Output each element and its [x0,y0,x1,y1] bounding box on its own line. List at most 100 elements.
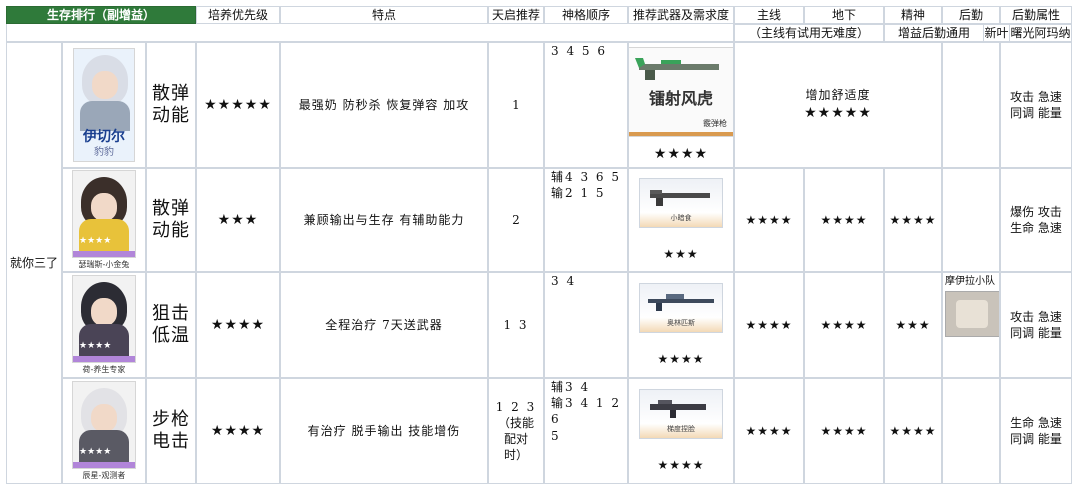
sniper-rifle-icon [648,293,714,311]
merged-comfort-note: 增加舒适度 ★★★★★ [734,42,942,168]
attr-line: 生命 急速 [1010,415,1062,430]
role-type: 步枪 电击 [146,378,196,484]
group-label: 就你三了 [6,42,62,484]
tianqi-line: （技能 [497,415,534,430]
logistics-attributes: 爆伤 攻击 生命 急速 [1000,168,1072,272]
tianqi-value: 2 [488,168,544,272]
weapon-card: 小暗食 [639,177,723,228]
weapon-subtype: 霰弹枪 [703,119,727,129]
shenge-line: 辅4 3 6 5 [551,170,621,184]
tianqi-value: 1 3 [488,272,544,378]
character-portrait: 伊切尔 豹豹 [62,42,146,168]
header-tianqi[interactable]: 天启推荐 [488,6,544,24]
character-caption: 荷-养生专家 [82,364,126,374]
priority-stars: ★★★★ [196,272,280,378]
traits-text: 兼顾输出与生存 有辅助能力 [280,168,488,272]
logistics-attributes: 攻击 急速 同调 能量 [1000,42,1072,168]
mainline-stars: ★★★★ [734,168,804,272]
header-underground[interactable]: 地下 [804,6,884,24]
header-traits[interactable]: 特点 [280,6,488,24]
shenge-line: 输3 4 1 2 6 [551,396,621,427]
weapon-class: 散弹 [152,82,190,104]
header-logistics-attr[interactable]: 后勤属性 [1000,6,1072,24]
rank-stars-icon: ★★★★ [79,447,112,458]
tianqi-line: 配对 [503,432,528,446]
weapon-stars: ★★★ [663,246,699,261]
damage-type: 动能 [152,105,190,126]
shenge-line: 5 [551,428,559,443]
shotgun-icon [635,58,719,80]
underground-stars: ★★★★ [804,378,884,484]
header-shenge[interactable]: 神格顺序 [544,6,628,24]
strategy-table: 生存排行（副增益） 培养优先级 特点 天启推荐 神格顺序 推荐武器及需求度 主线… [6,6,1072,484]
shenge-order: 辅3 4 输3 4 1 2 6 5 [544,378,628,484]
role-type: 散弹 动能 [146,168,196,272]
header-spirit[interactable]: 精神 [884,6,942,24]
comfort-stars: ★★★★★ [804,104,872,121]
subheader-attr-note: 曙光阿玛纳 [1010,24,1072,42]
mainline-stars: ★★★★ [734,272,804,378]
weapon-class: 狙击 [152,302,190,324]
damage-type: 动能 [152,220,190,241]
tianqi-line: 1 2 3 [495,399,537,414]
tianqi-value: 1 [488,42,544,168]
attr-line: 同调 能量 [1010,432,1062,446]
subheader-mainline-note: （主线有试用无难度） [734,24,884,42]
weapon-card: 镭射风虎 霰弹枪 [629,47,733,137]
tianqi-value: 1 2 3 （技能 配对 时） [488,378,544,484]
logistics-cell: 摩伊拉小队 [942,272,1000,378]
header-ranking[interactable]: 生存排行（副增益） [6,6,196,24]
shenge-line: 输2 1 5 [551,186,606,201]
shenge-line: 辅3 4 [551,380,591,394]
header-logistics[interactable]: 后勤 [942,6,1000,24]
rank-stars-icon: ★★★★ [79,341,112,352]
spirit-stars: ★★★★ [884,168,942,272]
weapon-recommendation: 小暗食 ★★★ [628,168,734,272]
priority-stars: ★★★★ [196,378,280,484]
header-weapon[interactable]: 推荐武器及需求度 [628,6,734,24]
weapon-name: 镭射风虎 [648,89,713,108]
subheader-spirit-note: 增益后勤通用 [884,24,984,42]
attr-line: 攻击 急速 [1010,89,1062,104]
character-name: 伊切尔 [83,129,125,146]
weapon-label: 小暗食 [670,214,692,223]
shenge-line: 3 4 [551,274,577,288]
weapon-class: 步枪 [152,408,190,430]
subheader-blank [6,24,734,42]
character-portrait: ★★★★ 荷-养生专家 [62,272,146,378]
character-caption: 辰星-观测者 [82,470,126,480]
logistics-cell [942,378,1000,484]
weapon-label: 奥林匹斯 [667,319,695,328]
shotgun-icon [650,189,710,206]
spirit-stars: ★★★ [884,272,942,378]
logistics-squad-card[interactable]: 摩伊拉小队 [945,275,999,349]
shenge-order: 辅4 3 6 5 输2 1 5 [544,168,628,272]
tianqi-line: 时） [503,448,528,463]
damage-type: 低温 [152,325,190,346]
logistics-attributes: 生命 急速 同调 能量 [1000,378,1072,484]
weapon-recommendation: 奥林匹斯 ★★★★ [628,272,734,378]
weapon-stars: ★★★★ [657,351,705,366]
rifle-icon [650,399,706,418]
traits-text: 最强奶 防秒杀 恢复弹容 加攻 [280,42,488,168]
weapon-card: 梯度捏脸 [639,388,723,439]
shenge-order: 3 4 [544,272,628,378]
traits-text: 全程治疗 7天送武器 [280,272,488,378]
attr-line: 生命 急速 [1010,221,1062,235]
logistics-attributes: 攻击 急速 同调 能量 [1000,272,1072,378]
attr-line: 攻击 急速 [1010,309,1062,324]
attr-line: 同调 能量 [1010,106,1062,120]
weapon-recommendation: 梯度捏脸 ★★★★ [628,378,734,484]
role-type: 散弹 动能 [146,42,196,168]
squad-image [945,291,999,337]
header-mainline[interactable]: 主线 [734,6,804,24]
shenge-order: 3 4 5 6 [544,42,628,168]
comfort-text: 增加舒适度 [805,88,871,103]
character-portrait: ★★★★ 辰星-观测者 [62,378,146,484]
weapon-stars: ★★★★ [657,457,705,472]
character-nickname: 豹豹 [94,146,114,158]
header-priority[interactable]: 培养优先级 [196,6,280,24]
character-caption: 瑟瑞斯-小金兔 [78,259,130,269]
damage-type: 电击 [152,431,190,452]
role-type: 狙击 低温 [146,272,196,378]
